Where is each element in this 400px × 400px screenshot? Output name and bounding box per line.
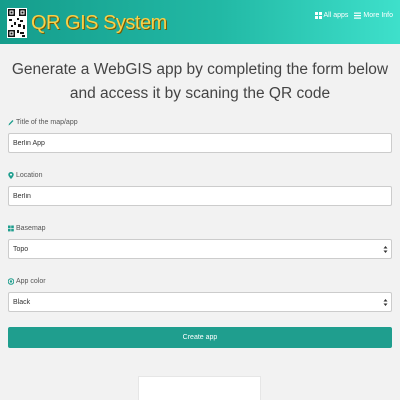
pencil-icon (8, 119, 14, 125)
title-label: Title of the map/app (16, 118, 78, 126)
list-icon (354, 12, 362, 19)
color-selected-value: Black (13, 298, 31, 306)
color-wheel-icon (8, 277, 14, 285)
location-label: Location (16, 171, 43, 179)
location-field: Location (8, 170, 392, 206)
nav-more-info-label: More Info (363, 12, 393, 19)
nav-links: All apps More Info (314, 12, 393, 19)
basemap-label-row: Basemap (8, 223, 392, 233)
grid-icon (314, 12, 322, 19)
create-app-button[interactable]: Create app (8, 327, 392, 348)
color-label: App color (16, 277, 46, 285)
basemap-label: Basemap (16, 224, 46, 232)
location-input[interactable] (13, 192, 387, 200)
location-input-box[interactable] (8, 186, 392, 206)
color-label-row: App color (8, 276, 392, 286)
basemap-field: Basemap Topo (8, 223, 392, 259)
nav-all-apps-label: All apps (323, 12, 349, 19)
nav-all-apps[interactable]: All apps (314, 12, 349, 19)
qr-code-logo-icon (7, 8, 27, 38)
basemap-select[interactable]: Topo (8, 239, 392, 259)
title-input-box[interactable] (8, 133, 392, 153)
title-input[interactable] (13, 139, 387, 147)
top-navbar: QR GIS System All apps More Info (0, 0, 400, 44)
brand-title: QR GIS System (31, 12, 167, 34)
page-headline: Generate a WebGIS app by completing the … (11, 61, 389, 102)
qr-code-card (138, 376, 261, 400)
nav-more-info[interactable]: More Info (354, 12, 393, 19)
select-arrows-icon (383, 299, 388, 306)
color-field: App color Black (8, 276, 392, 312)
title-field: Title of the map/app (8, 117, 392, 153)
basemap-selected-value: Topo (13, 245, 29, 253)
grid-map-icon (8, 225, 14, 231)
map-marker-icon (8, 171, 14, 179)
title-label-row: Title of the map/app (8, 117, 392, 127)
brand[interactable]: QR GIS System (7, 8, 167, 38)
location-label-row: Location (8, 170, 392, 180)
select-arrows-icon (383, 246, 388, 253)
color-select[interactable]: Black (8, 292, 392, 312)
